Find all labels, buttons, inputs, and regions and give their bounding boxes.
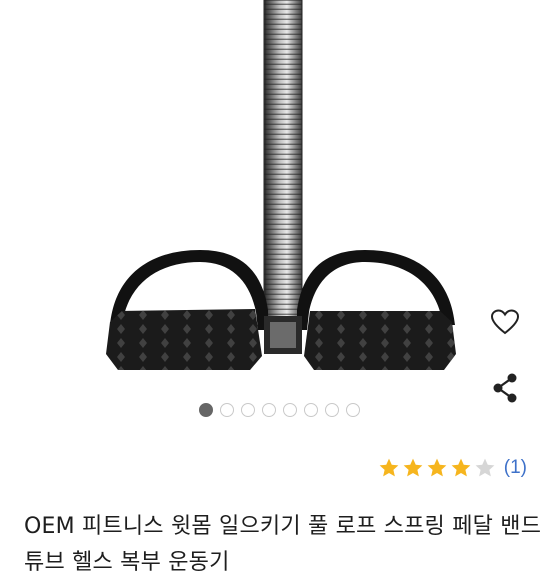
star-empty-icon <box>475 458 495 477</box>
product-rating[interactable]: (1) <box>378 456 527 480</box>
star-filled-icon <box>451 458 471 477</box>
product-image[interactable] <box>0 0 553 395</box>
gallery-dot[interactable] <box>241 403 255 417</box>
gallery-dot[interactable] <box>262 403 276 417</box>
gallery-pagination <box>0 403 553 417</box>
star-rating <box>378 457 496 479</box>
share-button[interactable] <box>485 368 525 408</box>
gallery-dot[interactable] <box>304 403 318 417</box>
gallery-dot[interactable] <box>283 403 297 417</box>
gallery-dot[interactable] <box>220 403 234 417</box>
product-photo <box>106 0 456 370</box>
gallery-dot[interactable] <box>199 403 213 417</box>
star-filled-icon <box>379 458 399 477</box>
heart-outline-icon <box>490 309 520 335</box>
favorite-button[interactable] <box>485 302 525 342</box>
gallery-dot[interactable] <box>346 403 360 417</box>
share-icon <box>493 373 517 403</box>
star-filled-icon <box>427 458 447 477</box>
gallery-dot[interactable] <box>325 403 339 417</box>
product-title: OEM 피트니스 윗몸 일으키기 풀 로프 스프링 페달 밴드 튜브 헬스 복부… <box>24 514 542 575</box>
star-filled-icon <box>403 458 423 477</box>
review-count-link[interactable]: (1) <box>504 457 527 479</box>
